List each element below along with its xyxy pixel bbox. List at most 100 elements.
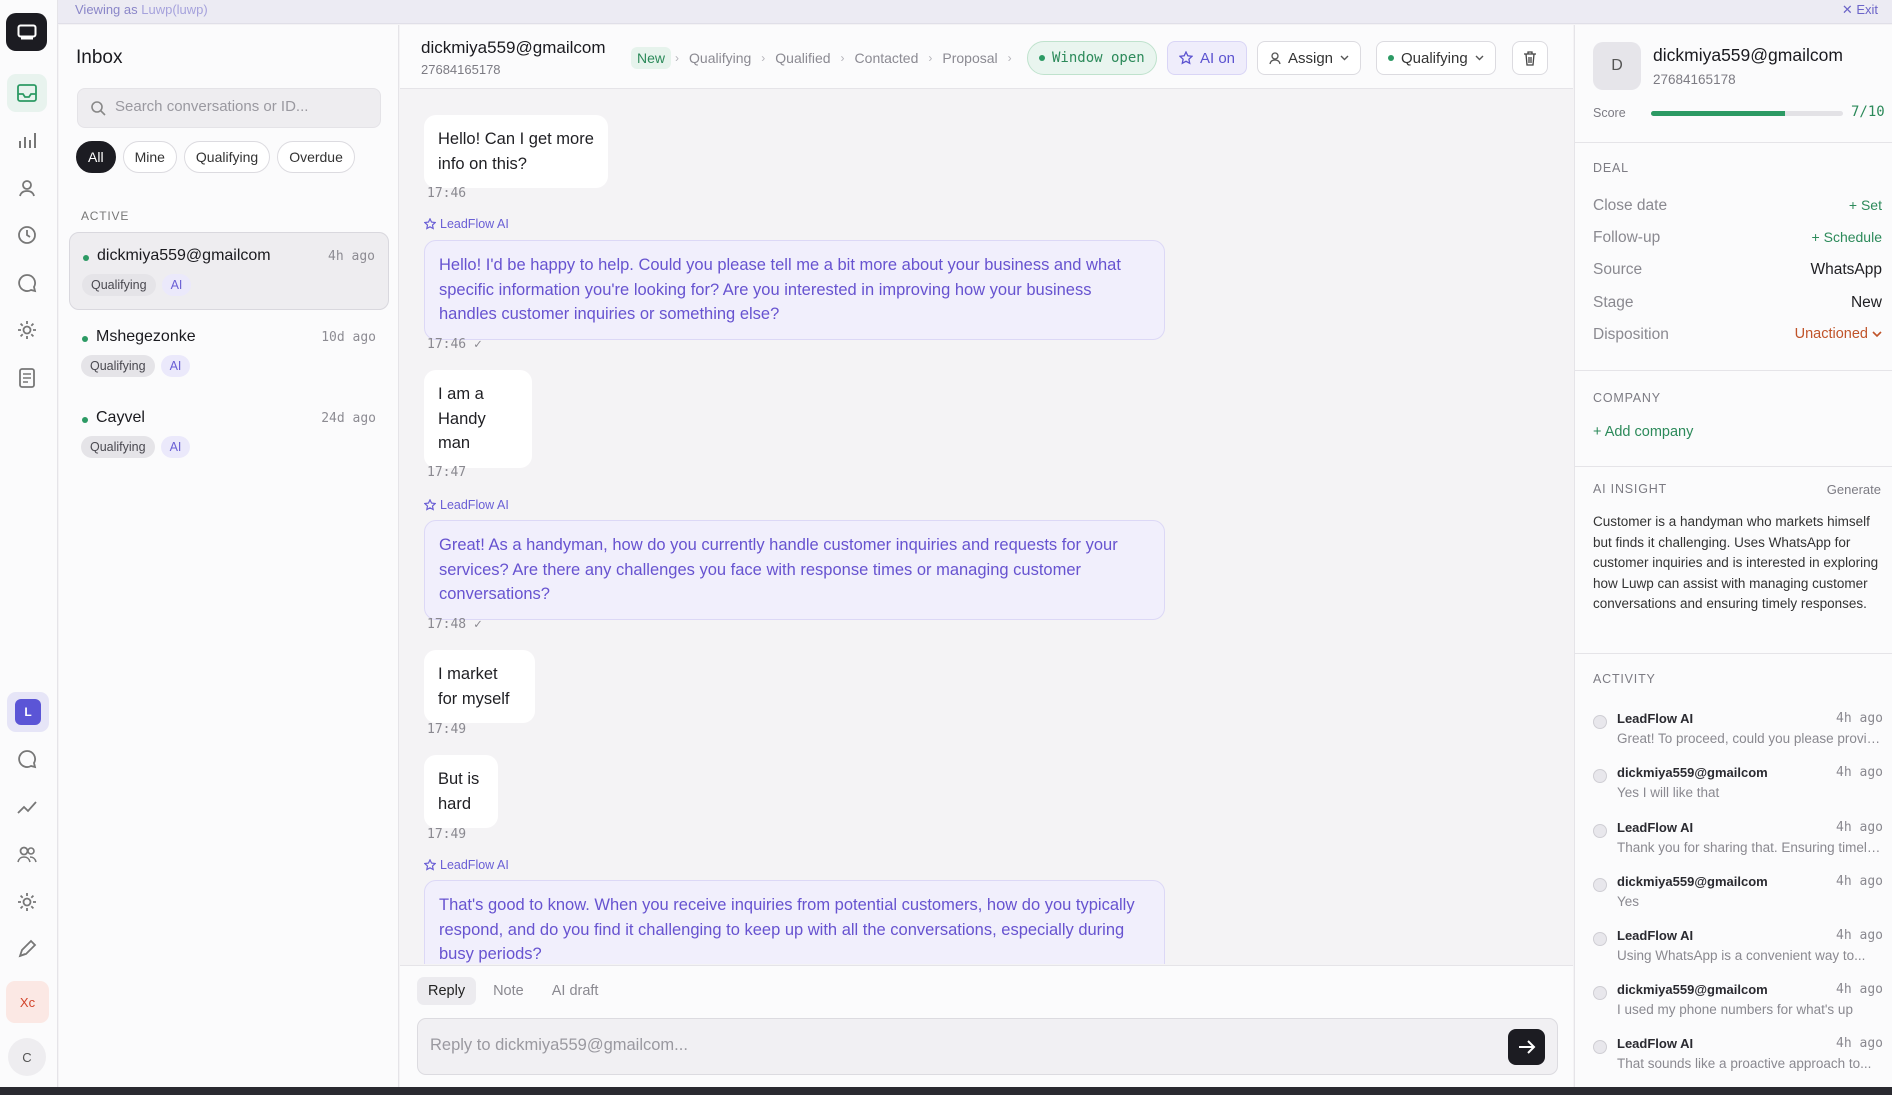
conversation-item[interactable]: Mshegezonke 10d ago Qualifying AI	[69, 314, 389, 392]
conversation-time: 4h ago	[328, 249, 375, 264]
message-time: 17:49	[427, 827, 467, 842]
conversation-item[interactable]: Cayvel 24d ago Qualifying AI	[69, 395, 389, 473]
ai-message: Hello! I'd be happy to help. Could you p…	[424, 240, 1165, 340]
deal-disposition: Disposition Unactioned	[1593, 326, 1882, 344]
ai-sender-label: LeadFlow AI	[424, 498, 509, 512]
deal-close-date: Close date + Set	[1593, 197, 1882, 214]
ai-insight-text: Customer is a handyman who markets himse…	[1593, 514, 1879, 611]
preferences-nav-icon[interactable]	[7, 883, 47, 921]
stage-new[interactable]: New	[631, 47, 672, 69]
search-box[interactable]	[77, 88, 381, 128]
online-dot	[82, 417, 88, 423]
tab-note[interactable]: Note	[482, 977, 535, 1005]
filter-overdue[interactable]: Overdue	[277, 141, 355, 173]
history-nav-icon[interactable]	[7, 216, 47, 254]
customer-message: I market for myself	[424, 650, 535, 723]
tab-ai-draft[interactable]: AI draft	[541, 977, 610, 1005]
conversation-header: dickmiya559@gmailcom 27684165178 New › Qu…	[400, 25, 1573, 89]
app-logo-icon[interactable]	[6, 13, 47, 51]
user-icon	[1269, 51, 1281, 64]
nav-rail: L Xc C	[0, 0, 58, 1095]
filter-qualifying[interactable]: Qualifying	[183, 141, 271, 173]
analytics-nav-icon[interactable]	[7, 121, 47, 159]
activity-item: LeadFlow AI 4h ago Great! To proceed, coul…	[1593, 711, 1883, 761]
score-bar	[1651, 111, 1843, 116]
online-dot	[82, 336, 88, 342]
stage-contacted[interactable]: Contacted	[849, 47, 925, 69]
ai-message: Great! As a handyman, how do you current…	[424, 520, 1165, 620]
star-icon	[424, 859, 436, 871]
conversation-time: 24d ago	[321, 411, 376, 426]
ai-insight-heading: AI INSIGHT	[1593, 482, 1667, 496]
ai-sender-label: LeadFlow AI	[424, 858, 509, 872]
reply-box	[417, 1018, 1558, 1075]
activity-item: LeadFlow AI 4h ago Using WhatsApp is a con…	[1593, 928, 1883, 978]
filter-mine[interactable]: Mine	[122, 141, 177, 173]
search-icon	[91, 101, 106, 116]
contact-panel-name: dickmiya559@gmailcom	[1653, 45, 1843, 65]
exit-impersonation-button[interactable]: ✕ Exit	[1842, 2, 1878, 18]
document-nav-icon[interactable]	[7, 359, 47, 397]
search-input[interactable]	[115, 98, 370, 115]
delete-button[interactable]	[1512, 41, 1548, 75]
send-button[interactable]	[1508, 1029, 1545, 1065]
chat-nav-icon[interactable]	[7, 264, 47, 302]
company-heading: COMPANY	[1593, 391, 1661, 405]
activity-heading: ACTIVITY	[1593, 672, 1656, 686]
stage-proposal[interactable]: Proposal	[936, 47, 1003, 69]
filter-chips: All Mine Qualifying Overdue	[76, 141, 355, 173]
conversation-time: 10d ago	[321, 330, 376, 345]
section-label-active: ACTIVE	[81, 209, 130, 223]
ai-tag: AI	[160, 436, 191, 458]
filter-all[interactable]: All	[76, 141, 116, 173]
stage-pipeline: New › Qualifying › Qualified › Contacted › P…	[631, 47, 1016, 69]
schedule-follow-up-link[interactable]: + Schedule	[1812, 229, 1882, 245]
disposition-select[interactable]: Unactioned	[1795, 326, 1882, 342]
ai-tag: AI	[161, 274, 192, 296]
settings-nav-icon[interactable]	[7, 311, 47, 349]
inbox-nav-icon[interactable]	[7, 74, 47, 112]
customer-message: But is hard	[424, 755, 498, 828]
conversation-list-panel: Inbox All Mine Qualifying Overdue ACTIVE…	[59, 25, 399, 1087]
online-dot	[83, 255, 89, 261]
stage-qualified[interactable]: Qualified	[769, 47, 836, 69]
stage-tag: Qualifying	[82, 274, 156, 296]
trends-nav-icon[interactable]	[7, 788, 47, 826]
ai-message: That's good to know. When you receive in…	[424, 880, 1165, 964]
stage-select[interactable]: Qualifying	[1376, 41, 1496, 75]
message-time: 17:47	[427, 465, 467, 480]
stage-qualifying[interactable]: Qualifying	[683, 47, 757, 69]
message-thread: Hello! Can I get more info on this? 17:4…	[400, 90, 1573, 964]
ai-toggle-button[interactable]: AI on	[1167, 41, 1248, 75]
composer: Reply Note AI draft	[400, 965, 1573, 1087]
reply-input[interactable]	[430, 1036, 1490, 1055]
chevron-down-icon	[1872, 331, 1882, 338]
assign-button[interactable]: Assign	[1257, 41, 1362, 75]
viewing-as-label: Viewing as Luwp(luwp)	[75, 2, 208, 17]
chevron-down-icon	[1475, 55, 1484, 61]
conversation-name: Cayvel	[96, 409, 145, 426]
message-time: 17:46 ✓	[427, 337, 482, 352]
stage-tag: Qualifying	[81, 355, 155, 377]
message-time: 17:48 ✓	[427, 617, 482, 632]
xc-app-badge[interactable]: Xc	[6, 981, 49, 1023]
message-time: 17:46	[427, 186, 467, 201]
pen-nav-icon[interactable]	[7, 930, 47, 968]
workspace-switcher[interactable]: L	[7, 692, 49, 732]
contact-panel: D dickmiya559@gmailcom 27684165178 Score…	[1574, 25, 1892, 1087]
add-company-link[interactable]: + Add company	[1593, 424, 1693, 440]
workspace-initial: L	[15, 699, 41, 725]
user-avatar[interactable]: C	[8, 1038, 46, 1076]
contacts-nav-icon[interactable]	[7, 169, 47, 207]
generate-insight-button[interactable]: Generate	[1827, 482, 1881, 497]
bottom-edge	[0, 1087, 1892, 1095]
conversation-item[interactable]: dickmiya559@gmailcom 4h ago Qualifying A…	[69, 232, 389, 310]
messages-nav-icon[interactable]	[7, 740, 47, 778]
tab-reply[interactable]: Reply	[417, 977, 477, 1005]
team-nav-icon[interactable]	[7, 835, 47, 873]
star-icon	[1179, 51, 1193, 65]
set-close-date-link[interactable]: + Set	[1849, 197, 1882, 213]
activity-item: LeadFlow AI 4h ago That sounds like a proa…	[1593, 1036, 1883, 1086]
message-time: 17:49	[427, 722, 467, 737]
activity-item: dickmiya559@gmailcom 4h ago I used my phon…	[1593, 982, 1883, 1032]
